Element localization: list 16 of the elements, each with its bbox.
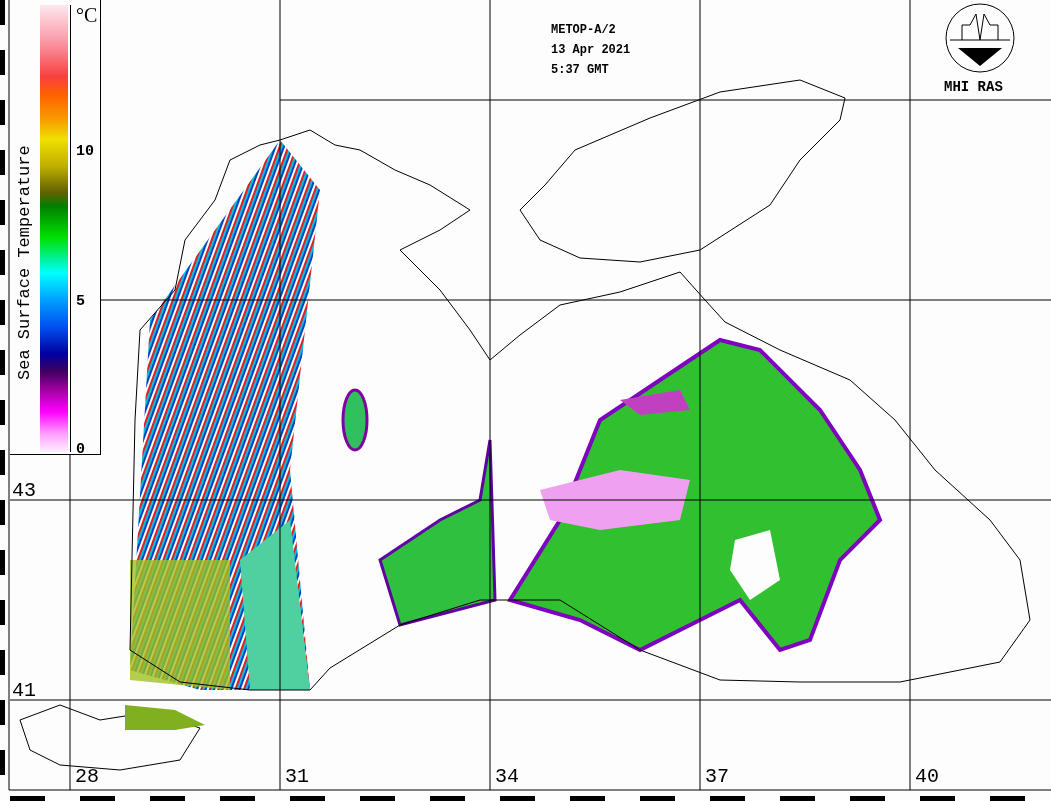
longitude-label: 37: [705, 766, 729, 788]
latitude-label: 43: [12, 480, 36, 502]
longitude-label: 28: [75, 766, 99, 788]
scale-tick-label: 0: [76, 442, 85, 458]
header-line: 13 Apr 2021: [551, 42, 631, 58]
longitude-label: 34: [495, 766, 519, 788]
scale-tick-label: 5: [76, 294, 85, 310]
unit-label: °C: [76, 4, 98, 27]
legend-title: Sea Surface Temperature: [15, 145, 34, 380]
header-line: METOP-A/2: [551, 22, 617, 38]
scale-tick-label: 10: [76, 144, 94, 160]
longitude-label: 40: [915, 766, 939, 788]
logo-caption: MHI RAS: [944, 79, 1003, 95]
latitude-label: 41: [12, 680, 36, 702]
longitude-label: 31: [285, 766, 309, 788]
header-line: 5:37 GMT: [551, 62, 610, 78]
